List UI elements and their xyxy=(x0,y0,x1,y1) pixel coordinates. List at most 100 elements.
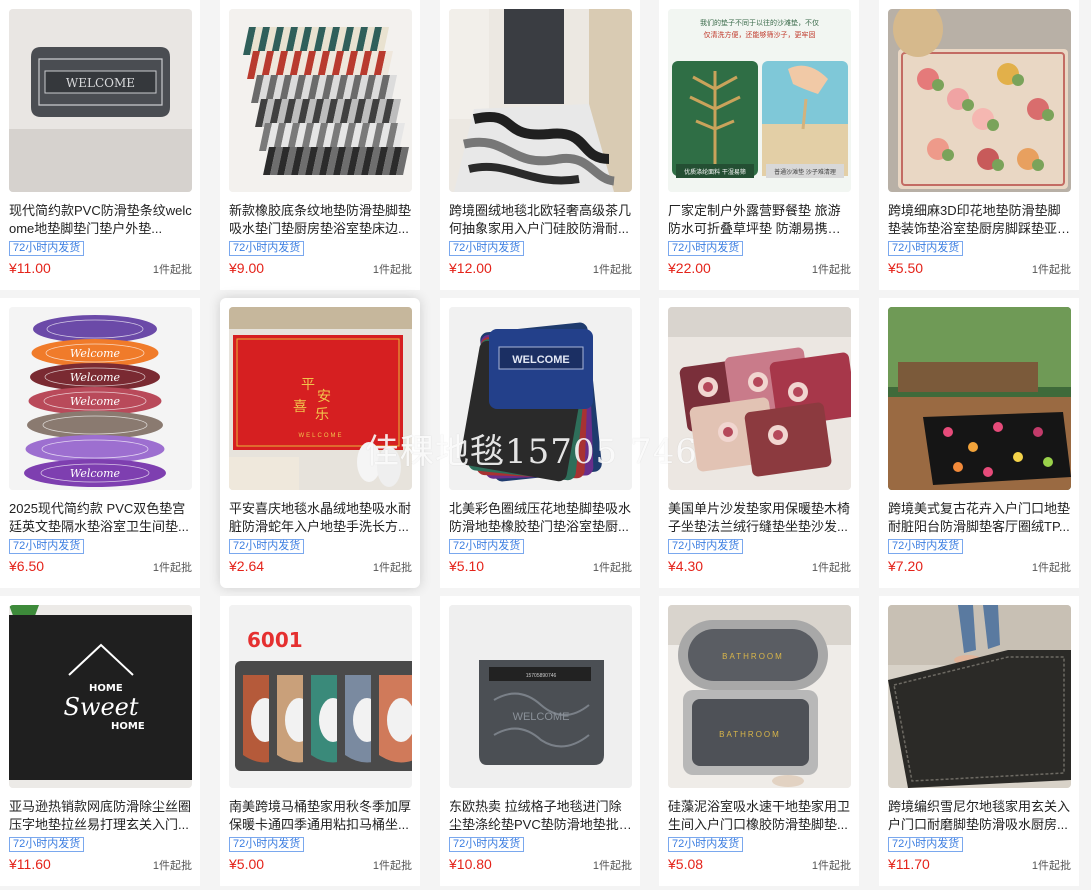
shipping-tag: 72小时内发货 xyxy=(668,837,744,852)
min-order: 1件起批 xyxy=(152,860,192,872)
product-image[interactable] xyxy=(229,9,412,192)
product-image[interactable]: 平 安 喜 乐 WELCOME xyxy=(229,307,412,490)
shipping-tag: 72小时内发货 xyxy=(888,837,964,852)
product-image[interactable] xyxy=(888,9,1071,192)
product-title[interactable]: 美国单片沙发垫家用保暖垫木椅子坐垫法兰绒行缝垫坐垫沙发... xyxy=(668,500,851,536)
shipping-tag: 72小时内发货 xyxy=(229,241,305,256)
product-title[interactable]: 亚马逊热销款网底防滑除尘丝圈压字地垫拉丝易打理玄关入门... xyxy=(9,798,192,834)
min-order: 1件起批 xyxy=(372,264,412,276)
product-image[interactable]: Welcome Welcome Welcome Welcome xyxy=(9,307,192,490)
product-image[interactable]: 15705890746 WELCOME xyxy=(449,605,632,788)
product-title[interactable]: 东欧热卖 拉绒格子地毯进门除尘垫涤纶垫PVC垫防滑地垫批发... xyxy=(449,798,632,834)
min-order: 1件起批 xyxy=(811,860,851,872)
product-card[interactable]: BATHROOM BATHROOM 硅藻泥浴室吸水速干地垫家用卫生间入户门口橡胶… xyxy=(659,596,859,886)
product-image[interactable]: 6001 xyxy=(229,605,412,788)
product-card[interactable]: WELCOME 现代简约款PVC防滑垫条纹welcome地垫脚垫门垫户外垫...… xyxy=(0,0,200,290)
product-title[interactable]: 北美彩色圈绒压花地垫脚垫吸水防滑地垫橡胶垫门垫浴室垫厨... xyxy=(449,500,632,536)
product-card[interactable]: 我们的垫子不同于以往的沙滩垫，不仅 仅清洗方便，还能够筛沙子，更牢固 优质涤纶面… xyxy=(659,0,859,290)
product-price: ¥6.50 xyxy=(9,558,45,574)
product-price: ¥5.08 xyxy=(668,856,704,872)
product-price: ¥11.70 xyxy=(888,856,930,872)
product-image[interactable]: BATHROOM BATHROOM xyxy=(668,605,851,788)
shipping-tag: 72小时内发货 xyxy=(449,241,525,256)
product-title[interactable]: 现代简约款PVC防滑垫条纹welcome地垫脚垫门垫户外垫... xyxy=(9,202,192,238)
min-order: 1件起批 xyxy=(811,562,851,574)
min-order: 1件起批 xyxy=(152,264,192,276)
product-image[interactable] xyxy=(449,9,632,192)
svg-text:乐: 乐 xyxy=(315,407,329,423)
product-card[interactable]: 跨境圈绒地毯北欧轻奢高级茶几何抽象家用入户门硅胶防滑耐... 72小时内发货 ¥… xyxy=(440,0,640,290)
product-price: ¥5.50 xyxy=(888,260,924,276)
shipping-tag: 72小时内发货 xyxy=(888,241,964,256)
product-title[interactable]: 跨境圈绒地毯北欧轻奢高级茶几何抽象家用入户门硅胶防滑耐... xyxy=(449,202,632,238)
shipping-tag: 72小时内发货 xyxy=(668,241,744,256)
svg-text:Welcome: Welcome xyxy=(70,395,121,408)
svg-text:Welcome: Welcome xyxy=(70,371,121,384)
svg-text:喜: 喜 xyxy=(293,399,307,415)
product-title[interactable]: 平安喜庆地毯水晶绒地垫吸水耐脏防滑蛇年入户地垫手洗长方... xyxy=(229,500,412,536)
product-title[interactable]: 跨境编织雪尼尔地毯家用玄关入户门口耐磨脚垫防滑吸水厨房... xyxy=(888,798,1071,834)
product-title[interactable]: 跨境细麻3D印花地垫防滑垫脚垫装饰垫浴室垫厨房脚踩垫亚麻... xyxy=(888,202,1071,238)
shipping-tag: 72小时内发货 xyxy=(229,837,305,852)
mat-text: WELCOME xyxy=(66,76,135,90)
product-price: ¥5.10 xyxy=(449,558,485,574)
min-order: 1件起批 xyxy=(592,860,632,872)
product-price: ¥11.00 xyxy=(9,260,51,276)
mat-text: Sweet xyxy=(63,693,138,721)
product-card[interactable]: Welcome Welcome Welcome Welcome 2025现代简约款 P… xyxy=(0,298,200,588)
product-card[interactable]: 6001 南美跨境马桶垫家用秋冬季加厚保暖卡通四季通用粘扣马桶坐... 72小时… xyxy=(220,596,420,886)
product-price: ¥22.00 xyxy=(668,260,711,276)
product-image[interactable] xyxy=(888,307,1071,490)
shipping-tag: 72小时内发货 xyxy=(229,539,305,554)
product-price: ¥12.00 xyxy=(449,260,492,276)
product-card[interactable]: 15705890746 WELCOME 东欧热卖 拉绒格子地毯进门除尘垫涤纶垫P… xyxy=(440,596,640,886)
min-order: 1件起批 xyxy=(372,562,412,574)
product-card[interactable]: HOME Sweet HOME 亚马逊热销款网底防滑除尘丝圈压字地垫拉丝易打理玄… xyxy=(0,596,200,886)
product-title[interactable]: 厂家定制户外露营野餐垫 旅游防水可折叠草坪垫 防潮易携带沙... xyxy=(668,202,851,238)
min-order: 1件起批 xyxy=(1031,562,1071,574)
product-image[interactable] xyxy=(668,307,851,490)
product-image[interactable]: 我们的垫子不同于以往的沙滩垫，不仅 仅清洗方便，还能够筛沙子，更牢固 优质涤纶面… xyxy=(668,9,851,192)
product-card[interactable]: 跨境编织雪尼尔地毯家用玄关入户门口耐磨脚垫防滑吸水厨房... 72小时内发货 ¥… xyxy=(879,596,1079,886)
caption-right: 普通沙滩垫 沙子难清理 xyxy=(774,168,836,176)
svg-text:Welcome: Welcome xyxy=(70,467,121,480)
product-title[interactable]: 硅藻泥浴室吸水速干地垫家用卫生间入户门口橡胶防滑垫脚垫... xyxy=(668,798,851,834)
product-card[interactable]: 跨境细麻3D印花地垫防滑垫脚垫装饰垫浴室垫厨房脚踩垫亚麻... 72小时内发货 … xyxy=(879,0,1079,290)
product-title[interactable]: 南美跨境马桶垫家用秋冬季加厚保暖卡通四季通用粘扣马桶坐... xyxy=(229,798,412,834)
svg-text:HOME: HOME xyxy=(111,721,145,732)
product-image[interactable]: WELCOME xyxy=(9,9,192,192)
shipping-tag: 72小时内发货 xyxy=(449,539,525,554)
product-card[interactable]: 跨境美式复古花卉入户门口地垫耐脏阳台防滑脚垫客厅圈绒TP... 72小时内发货 … xyxy=(879,298,1079,588)
shipping-tag: 72小时内发货 xyxy=(449,837,525,852)
product-card[interactable]: 新款橡胶底条纹地垫防滑垫脚垫吸水垫门垫厨房垫浴室垫床边... 72小时内发货 ¥… xyxy=(220,0,420,290)
product-title[interactable]: 跨境美式复古花卉入户门口地垫耐脏阳台防滑脚垫客厅圈绒TP... xyxy=(888,500,1071,536)
min-order: 1件起批 xyxy=(372,860,412,872)
product-price: ¥5.00 xyxy=(229,856,265,872)
product-price: ¥4.30 xyxy=(668,558,704,574)
product-price: ¥7.20 xyxy=(888,558,924,574)
min-order: 1件起批 xyxy=(152,562,192,574)
shipping-tag: 72小时内发货 xyxy=(668,539,744,554)
shipping-tag: 72小时内发货 xyxy=(888,539,964,554)
product-grid: WELCOME 现代简约款PVC防滑垫条纹welcome地垫脚垫门垫户外垫...… xyxy=(0,0,1091,890)
product-price: ¥10.80 xyxy=(449,856,492,872)
svg-text:15705890746: 15705890746 xyxy=(526,673,557,679)
product-image[interactable]: HOME Sweet HOME xyxy=(9,605,192,788)
mat-text: BATHROOM xyxy=(722,652,784,661)
shipping-tag: 72小时内发货 xyxy=(9,837,85,852)
svg-text:安: 安 xyxy=(317,389,331,405)
min-order: 1件起批 xyxy=(811,264,851,276)
product-card[interactable]: WELCOME 北美彩色圈绒压花地垫脚垫吸水防滑地垫橡胶垫门垫浴室垫厨... 7… xyxy=(440,298,640,588)
caption-left: 优质涤纶面料 干湿易筛 xyxy=(684,168,746,176)
product-title[interactable]: 2025现代简约款 PVC双色垫宫廷英文垫隔水垫浴室卫生间垫... xyxy=(9,500,192,536)
min-order: 1件起批 xyxy=(1031,264,1071,276)
banner-text: 我们的垫子不同于以往的沙滩垫，不仅 xyxy=(700,18,819,27)
product-card[interactable]: 美国单片沙发垫家用保暖垫木椅子坐垫法兰绒行缝垫坐垫沙发... 72小时内发货 ¥… xyxy=(659,298,859,588)
product-image[interactable] xyxy=(888,605,1071,788)
mat-text: WELCOME xyxy=(512,354,569,366)
product-title[interactable]: 新款橡胶底条纹地垫防滑垫脚垫吸水垫门垫厨房垫浴室垫床边... xyxy=(229,202,412,238)
product-price: ¥2.64 xyxy=(229,558,265,574)
mat-char: 平 xyxy=(301,377,315,393)
product-image[interactable]: WELCOME xyxy=(449,307,632,490)
product-card[interactable]: 平 安 喜 乐 WELCOME 平安喜庆地毯水晶绒地垫吸水耐脏防滑蛇年入户地垫手… xyxy=(220,298,420,588)
